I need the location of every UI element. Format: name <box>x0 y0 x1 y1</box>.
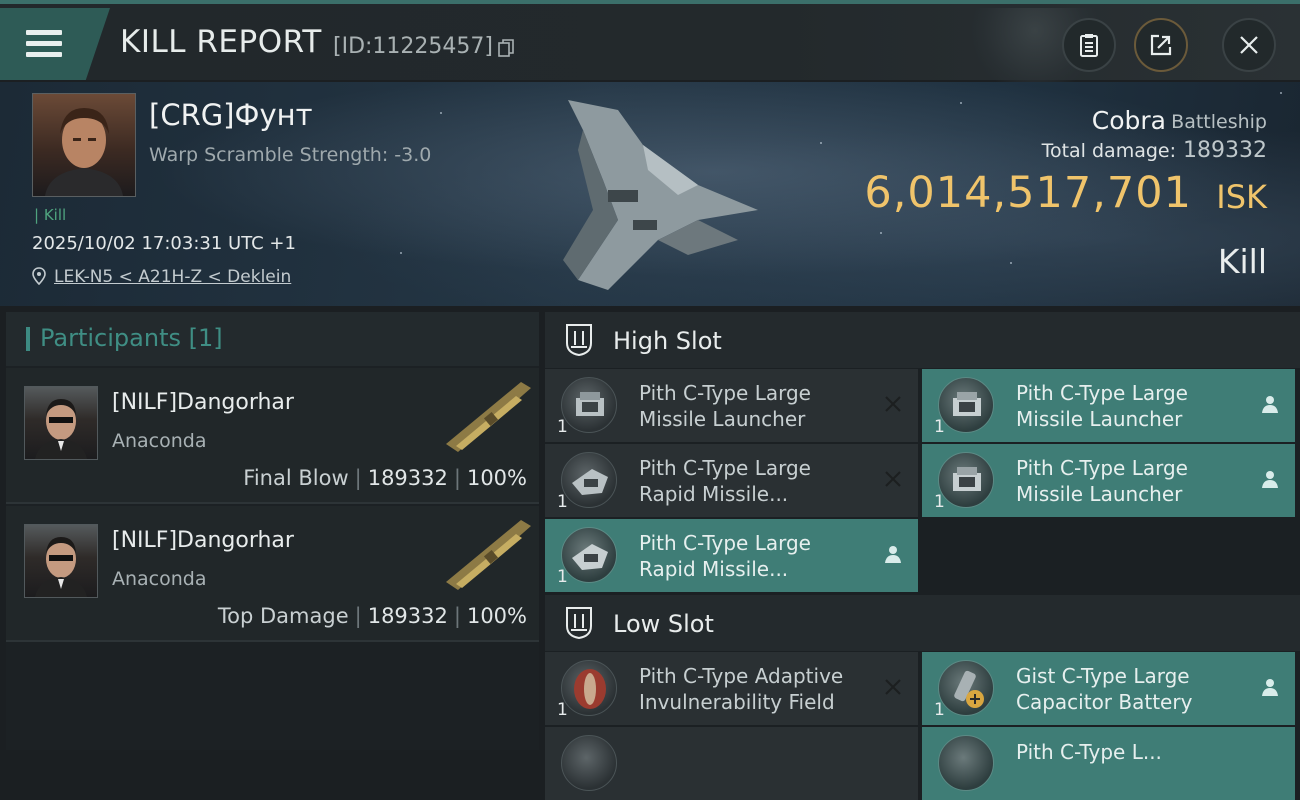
clipboard-icon <box>1080 34 1098 57</box>
participant-name: [NILF]Dangorhar <box>112 390 294 415</box>
module-name: Gist C-Type Large Capacitor Battery <box>1016 664 1193 714</box>
module-item[interactable]: Pith C-Type L... <box>922 727 1295 800</box>
close-button[interactable] <box>1222 18 1276 72</box>
dropped-person-icon <box>1262 396 1278 413</box>
module-name: Pith C-Type Large Rapid Missile... <box>639 456 811 506</box>
dropped-person-icon <box>1262 471 1278 488</box>
participant-row[interactable]: [NILF]Dangorhar Anaconda Top Damage | 1893… <box>6 506 539 642</box>
shield-field-icon <box>561 660 617 716</box>
participant-avatar <box>24 524 98 598</box>
close-icon <box>1240 36 1258 54</box>
module-quantity: 1 <box>934 417 945 437</box>
ship-image <box>563 100 758 290</box>
participant-stats: Final Blow | 189332 | 100% <box>243 466 527 490</box>
dropped-person-icon <box>1262 679 1278 696</box>
fitting-panel: High Slot 1 Pith C-Type Large Missile Lau… <box>545 312 1300 800</box>
victim-banner: [CRG]Фунт Warp Scramble Strength: -3.0 |… <box>0 82 1300 306</box>
module-name: Pith C-Type Large Missile Launcher <box>1016 456 1188 506</box>
participant-role: Top Damage <box>217 604 349 628</box>
page-title: KILL REPORT <box>120 24 322 60</box>
missile-launcher-icon <box>561 377 617 433</box>
total-damage-value: 189332 <box>1183 138 1267 163</box>
participant-damage: 189332 <box>367 604 448 628</box>
participants-panel: Participants [1] [NILF]Dangorhar Anacond… <box>6 312 539 750</box>
participant-percent: 100% <box>466 466 527 490</box>
module-item[interactable]: 1 Gist C-Type Large Capacitor Battery <box>922 652 1295 725</box>
menu-button[interactable] <box>0 8 110 80</box>
participant-avatar <box>24 386 98 460</box>
location-link[interactable]: LEK-N5 < A21H-Z < Deklein <box>54 267 291 287</box>
destroyed-icon <box>885 396 901 412</box>
module-item[interactable] <box>545 727 918 800</box>
module-name: Pith C-Type Large Missile Launcher <box>1016 381 1188 431</box>
clipboard-button[interactable] <box>1062 18 1116 72</box>
module-item[interactable]: 1 Pith C-Type Adaptive Invulnerability Fi… <box>545 652 918 725</box>
victim-name[interactable]: [CRG]Фунт <box>149 98 312 132</box>
participant-role: Final Blow <box>243 466 349 490</box>
share-button[interactable] <box>1134 18 1188 72</box>
module-icon <box>938 735 994 791</box>
module-item[interactable]: 1 Pith C-Type Large Missile Launcher <box>922 369 1295 442</box>
module-item[interactable]: 1 Pith C-Type Large Missile Launcher <box>545 369 918 442</box>
destroyed-icon <box>885 679 901 695</box>
low-slot-icon <box>566 607 592 640</box>
participant-ship: Anaconda <box>112 430 207 452</box>
copy-icon[interactable] <box>498 39 514 57</box>
location-pin-icon <box>32 267 46 285</box>
dropped-person-icon <box>885 546 901 563</box>
kill-timestamp: 2025/10/02 17:03:31 UTC +1 <box>32 233 296 254</box>
module-item[interactable]: 1 Pith C-Type Large Rapid Missile... <box>545 444 918 517</box>
isk-value: 6,014,517,701 <box>864 168 1192 218</box>
accent-bar <box>26 327 30 351</box>
low-slot-title: Low Slot <box>613 610 714 638</box>
high-slot-title: High Slot <box>613 327 722 355</box>
participant-stats: Top Damage | 189332 | 100% <box>217 604 527 628</box>
module-name: Pith C-Type Large Missile Launcher <box>639 381 811 431</box>
hamburger-icon <box>26 30 62 60</box>
rapid-missile-launcher-icon <box>561 527 617 583</box>
weapon-icon <box>446 520 531 590</box>
participant-ship: Anaconda <box>112 568 207 590</box>
module-item[interactable]: 1 Pith C-Type Large Rapid Missile... <box>545 519 918 592</box>
participant-row[interactable]: [NILF]Dangorhar Anaconda Final Blow | 1893… <box>6 368 539 504</box>
destroyed-icon <box>885 471 901 487</box>
capacitor-battery-icon <box>938 660 994 716</box>
module-quantity: 1 <box>934 700 945 720</box>
module-quantity: 1 <box>557 492 568 512</box>
rapid-missile-launcher-icon <box>561 452 617 508</box>
low-slot-header: Low Slot <box>545 595 1300 651</box>
isk-unit: ISK <box>1216 178 1267 216</box>
high-slot-header: High Slot <box>545 312 1300 368</box>
participants-title: Participants [1] <box>40 324 223 352</box>
module-item[interactable]: 1 Pith C-Type Large Missile Launcher <box>922 444 1295 517</box>
kill-tag: | Kill <box>34 206 67 224</box>
warp-scramble-strength: Warp Scramble Strength: -3.0 <box>149 144 432 166</box>
module-name: Pith C-Type L... <box>1016 740 1162 764</box>
missile-launcher-icon <box>938 377 994 433</box>
module-name: Pith C-Type Large Rapid Missile... <box>639 531 811 581</box>
header-bar: KILL REPORT [ID:11225457] <box>0 4 1300 84</box>
victim-ship-name: Cobra <box>1091 106 1166 135</box>
high-slot-icon <box>566 324 592 357</box>
victim-avatar[interactable] <box>32 93 136 197</box>
module-icon <box>561 735 617 791</box>
weapon-icon <box>446 382 531 452</box>
share-icon <box>1150 34 1172 56</box>
victim-ship-class: Battleship <box>1171 111 1267 133</box>
module-name: Pith C-Type Adaptive Invulnerability Fiel… <box>639 664 844 714</box>
total-damage-label: Total damage: <box>1041 140 1176 162</box>
participant-name: [NILF]Dangorhar <box>112 528 294 553</box>
module-quantity: 1 <box>557 700 568 720</box>
missile-launcher-icon <box>938 452 994 508</box>
participants-header: Participants [1] <box>6 312 539 366</box>
module-quantity: 1 <box>557 567 568 587</box>
participant-percent: 100% <box>466 604 527 628</box>
participant-damage: 189332 <box>367 466 448 490</box>
kill-result: Kill <box>1217 242 1267 281</box>
module-quantity: 1 <box>934 492 945 512</box>
module-quantity: 1 <box>557 417 568 437</box>
report-id: [ID:11225457] <box>333 34 493 59</box>
